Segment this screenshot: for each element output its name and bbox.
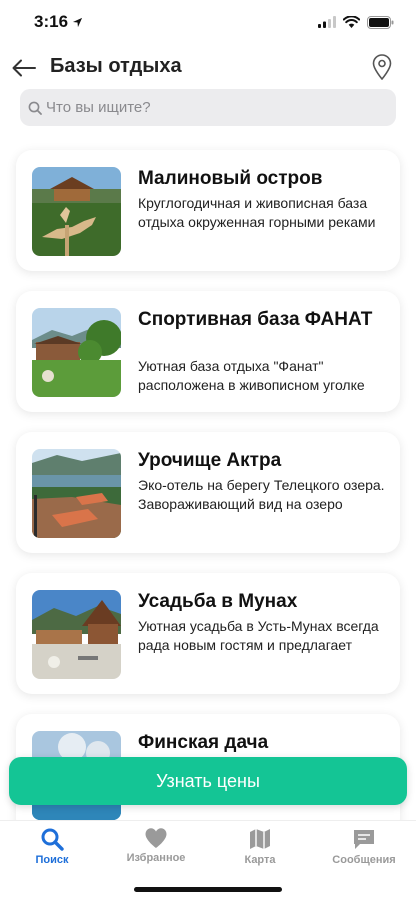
place-title: Урочище Актра xyxy=(138,450,282,471)
tab-label: Поиск xyxy=(35,854,69,866)
battery-icon xyxy=(367,15,394,29)
home-indicator xyxy=(134,887,282,892)
get-prices-button[interactable]: Узнать цены xyxy=(9,757,407,805)
tab-label: Сообщения xyxy=(332,854,396,866)
place-photo xyxy=(32,449,121,538)
signal-icon xyxy=(318,16,336,28)
place-title: Спортивная база ФАНАТ xyxy=(138,309,373,330)
status-time: 3:16 xyxy=(34,12,69,31)
status-bar: 3:16 xyxy=(0,0,416,44)
map-icon xyxy=(250,829,270,849)
tab-bar: Поиск Избранное Карта Сообщения xyxy=(0,820,416,900)
place-description: Уютная усадьба в Усть-Мунах всегда рада … xyxy=(138,618,379,653)
search-bar[interactable] xyxy=(20,89,396,126)
status-icons xyxy=(318,15,394,29)
map-pin-icon xyxy=(372,54,392,80)
search-icon xyxy=(28,101,42,115)
location-arrow-icon xyxy=(72,17,83,27)
place-title: Усадьба в Мунах xyxy=(138,591,298,612)
back-button[interactable] xyxy=(10,54,38,82)
tab-map[interactable]: Карта xyxy=(208,827,312,877)
wifi-icon xyxy=(343,16,360,28)
header: Базы отдыха xyxy=(0,44,416,92)
arrow-left-icon xyxy=(12,59,36,77)
search-icon xyxy=(41,828,64,851)
tab-label: Карта xyxy=(244,854,276,866)
status-time-group: 3:16 xyxy=(34,12,83,32)
place-photo xyxy=(32,167,121,256)
place-card[interactable]: Малиновый остров Круглогодичная и живопи… xyxy=(16,150,400,271)
tab-favorites[interactable]: Избранное xyxy=(104,827,208,877)
place-description: Уютная база отдыха "Фанат" расположена в… xyxy=(138,358,365,393)
location-button[interactable] xyxy=(370,52,394,82)
tab-messages[interactable]: Сообщения xyxy=(312,827,416,877)
place-card[interactable]: Спортивная база ФАНАТ Уютная база отдыха… xyxy=(16,291,400,412)
page-title: Базы отдыха xyxy=(50,55,182,77)
chat-icon xyxy=(354,830,374,849)
place-photo xyxy=(32,590,121,679)
place-title: Финская дача xyxy=(138,732,269,753)
place-description: Эко-отель на берегу Телецкого озера. Зав… xyxy=(138,477,385,512)
place-title: Малиновый остров xyxy=(138,168,323,189)
place-card[interactable]: Усадьба в Мунах Уютная усадьба в Усть-Му… xyxy=(16,573,400,694)
place-photo xyxy=(32,308,121,397)
search-input[interactable] xyxy=(46,99,366,116)
place-description: Круглогодичная и живописная база отдыха … xyxy=(138,195,376,230)
place-card[interactable]: Урочище Актра Эко-отель на берегу Телецк… xyxy=(16,432,400,553)
heart-icon xyxy=(145,828,167,848)
tab-label: Избранное xyxy=(126,852,186,864)
tab-search[interactable]: Поиск xyxy=(0,827,104,877)
